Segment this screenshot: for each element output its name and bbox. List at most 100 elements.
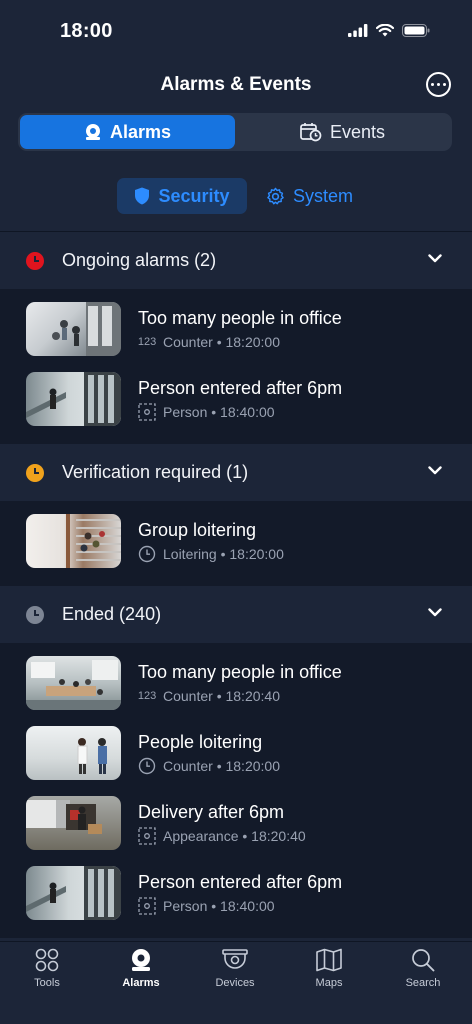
more-dot-icon bbox=[431, 83, 434, 86]
segment-alarms[interactable]: Alarms bbox=[20, 115, 235, 149]
tab-system-label: System bbox=[293, 185, 354, 206]
dome-camera-icon bbox=[222, 949, 248, 969]
group-header-ongoing[interactable]: Ongoing alarms (2) bbox=[0, 232, 472, 289]
camera-thumbnail bbox=[26, 372, 121, 426]
item-meta: Loitering • 18:20:00 bbox=[138, 545, 284, 563]
tab-maps[interactable]: Maps bbox=[293, 948, 365, 989]
tab-alarms-label: Alarms bbox=[122, 977, 160, 989]
item-title: Person entered after 6pm bbox=[138, 377, 343, 398]
bottom-tab-bar: Tools Alarms Devices Maps Search bbox=[0, 941, 472, 1024]
item-meta: Person • 18:40:00 bbox=[138, 896, 342, 915]
person-box-icon bbox=[138, 896, 156, 915]
tab-maps-label: Maps bbox=[315, 977, 343, 989]
item-text: Person entered after 6pm Person • 18:40:… bbox=[138, 872, 342, 915]
clock-status-icon bbox=[26, 605, 44, 624]
alarm-siren-icon bbox=[85, 124, 100, 140]
item-meta-text: Counter • 18:20:00 bbox=[163, 757, 280, 774]
category-tabs: Security System bbox=[0, 178, 472, 214]
list-item[interactable]: Person entered after 6pm Person • 18:40:… bbox=[0, 858, 472, 928]
grid-icon bbox=[35, 948, 59, 972]
alarm-siren-icon bbox=[132, 949, 150, 971]
wifi-icon bbox=[376, 24, 394, 37]
group-list: Too many people in office 123 Counter • … bbox=[0, 289, 472, 444]
more-options-button[interactable] bbox=[426, 72, 451, 97]
item-title: People loitering bbox=[138, 731, 263, 752]
list-item[interactable]: Delivery after 6pm Appearance • 18:20:40 bbox=[0, 788, 472, 858]
map-icon bbox=[316, 948, 342, 972]
status-bar: 18:00 bbox=[0, 0, 472, 64]
tab-search-label: Search bbox=[405, 977, 441, 989]
segment-alarms-label: Alarms bbox=[109, 121, 172, 142]
list-item[interactable]: Too many people in office 123 Counter • … bbox=[0, 648, 472, 718]
clock-icon bbox=[138, 757, 156, 774]
person-box-icon bbox=[138, 826, 156, 845]
tab-tools-label: Tools bbox=[34, 977, 60, 989]
list-item[interactable]: Too many people in office 123 Counter • … bbox=[0, 294, 472, 364]
search-icon bbox=[412, 949, 435, 972]
group-header-ended[interactable]: Ended (240) bbox=[0, 586, 472, 643]
chevron-down-icon bbox=[428, 254, 442, 263]
list-item[interactable]: Group loitering Loitering • 18:20:00 bbox=[0, 506, 472, 576]
alarm-list: Ongoing alarms (2) Too many people in of… bbox=[0, 232, 472, 941]
item-meta-text: Appearance • 18:20:40 bbox=[163, 827, 306, 844]
item-meta: 123 Counter • 18:20:00 bbox=[138, 333, 342, 351]
tab-security[interactable]: Security bbox=[117, 178, 247, 214]
header: Alarms & Events bbox=[0, 64, 472, 108]
item-meta-text: Person • 18:40:00 bbox=[163, 403, 275, 420]
clock-status-icon bbox=[26, 463, 44, 482]
item-meta: Counter • 18:20:00 bbox=[138, 757, 280, 775]
segment-events[interactable]: Events bbox=[235, 115, 450, 149]
status-icons bbox=[348, 24, 430, 37]
tab-alarms[interactable]: Alarms bbox=[105, 948, 177, 989]
item-title: Person entered after 6pm bbox=[138, 871, 343, 892]
camera-thumbnail bbox=[26, 796, 121, 850]
group-label: Ended (240) bbox=[62, 604, 162, 624]
item-meta-text: Loitering • 18:20:00 bbox=[163, 545, 284, 562]
alarms-events-segmented-control: Alarms Events bbox=[18, 113, 452, 151]
camera-thumbnail bbox=[26, 866, 121, 920]
tab-devices-label: Devices bbox=[215, 977, 255, 989]
item-meta-text: Counter • 18:20:00 bbox=[163, 333, 280, 350]
item-title: Too many people in office bbox=[138, 307, 342, 328]
item-meta: Appearance • 18:20:40 bbox=[138, 826, 306, 845]
group-list: Group loitering Loitering • 18:20:00 bbox=[0, 501, 472, 586]
signal-icon bbox=[348, 24, 368, 37]
person-box-icon bbox=[138, 402, 156, 421]
counter-icon: 123 bbox=[137, 689, 157, 702]
item-meta: Person • 18:40:00 bbox=[138, 402, 342, 421]
more-dot-icon bbox=[437, 83, 440, 86]
group-header-verification[interactable]: Verification required (1) bbox=[0, 444, 472, 501]
clock-icon bbox=[138, 545, 156, 562]
tab-devices[interactable]: Devices bbox=[199, 948, 271, 989]
battery-icon bbox=[402, 24, 430, 37]
tab-tools[interactable]: Tools bbox=[11, 948, 83, 989]
item-meta-text: Person • 18:40:00 bbox=[163, 897, 275, 914]
item-title: Delivery after 6pm bbox=[138, 801, 285, 822]
page-title: Alarms & Events bbox=[160, 74, 312, 95]
clock-status-icon bbox=[26, 251, 44, 270]
chevron-down-icon bbox=[428, 608, 442, 617]
item-title: Group loitering bbox=[138, 519, 257, 540]
group-label: Ongoing alarms (2) bbox=[62, 250, 217, 270]
camera-thumbnail bbox=[26, 656, 121, 710]
camera-thumbnail bbox=[26, 726, 121, 780]
tab-security-label: Security bbox=[158, 185, 230, 206]
tab-system[interactable]: System bbox=[266, 178, 353, 214]
chevron-down-icon bbox=[428, 466, 442, 475]
list-item[interactable]: People loitering Counter • 18:20:00 bbox=[0, 718, 472, 788]
list-item[interactable]: Person entered after 6pm Person • 18:40:… bbox=[0, 364, 472, 434]
item-text: Delivery after 6pm Appearance • 18:20:40 bbox=[138, 802, 306, 845]
tab-search[interactable]: Search bbox=[387, 948, 459, 989]
counter-icon: 123 bbox=[137, 335, 157, 348]
item-meta-text: Counter • 18:20:40 bbox=[163, 687, 280, 704]
status-time: 18:00 bbox=[60, 20, 113, 42]
item-text: Person entered after 6pm Person • 18:40:… bbox=[138, 378, 342, 421]
gear-icon bbox=[267, 187, 284, 204]
group-label: Verification required (1) bbox=[62, 462, 249, 482]
more-dot-icon bbox=[443, 83, 446, 86]
calendar-clock-icon bbox=[300, 123, 322, 142]
camera-thumbnail bbox=[26, 302, 121, 356]
item-text: Too many people in office 123 Counter • … bbox=[138, 308, 342, 351]
item-text: Too many people in office 123 Counter • … bbox=[138, 662, 342, 705]
item-meta: 123 Counter • 18:20:40 bbox=[138, 687, 342, 705]
